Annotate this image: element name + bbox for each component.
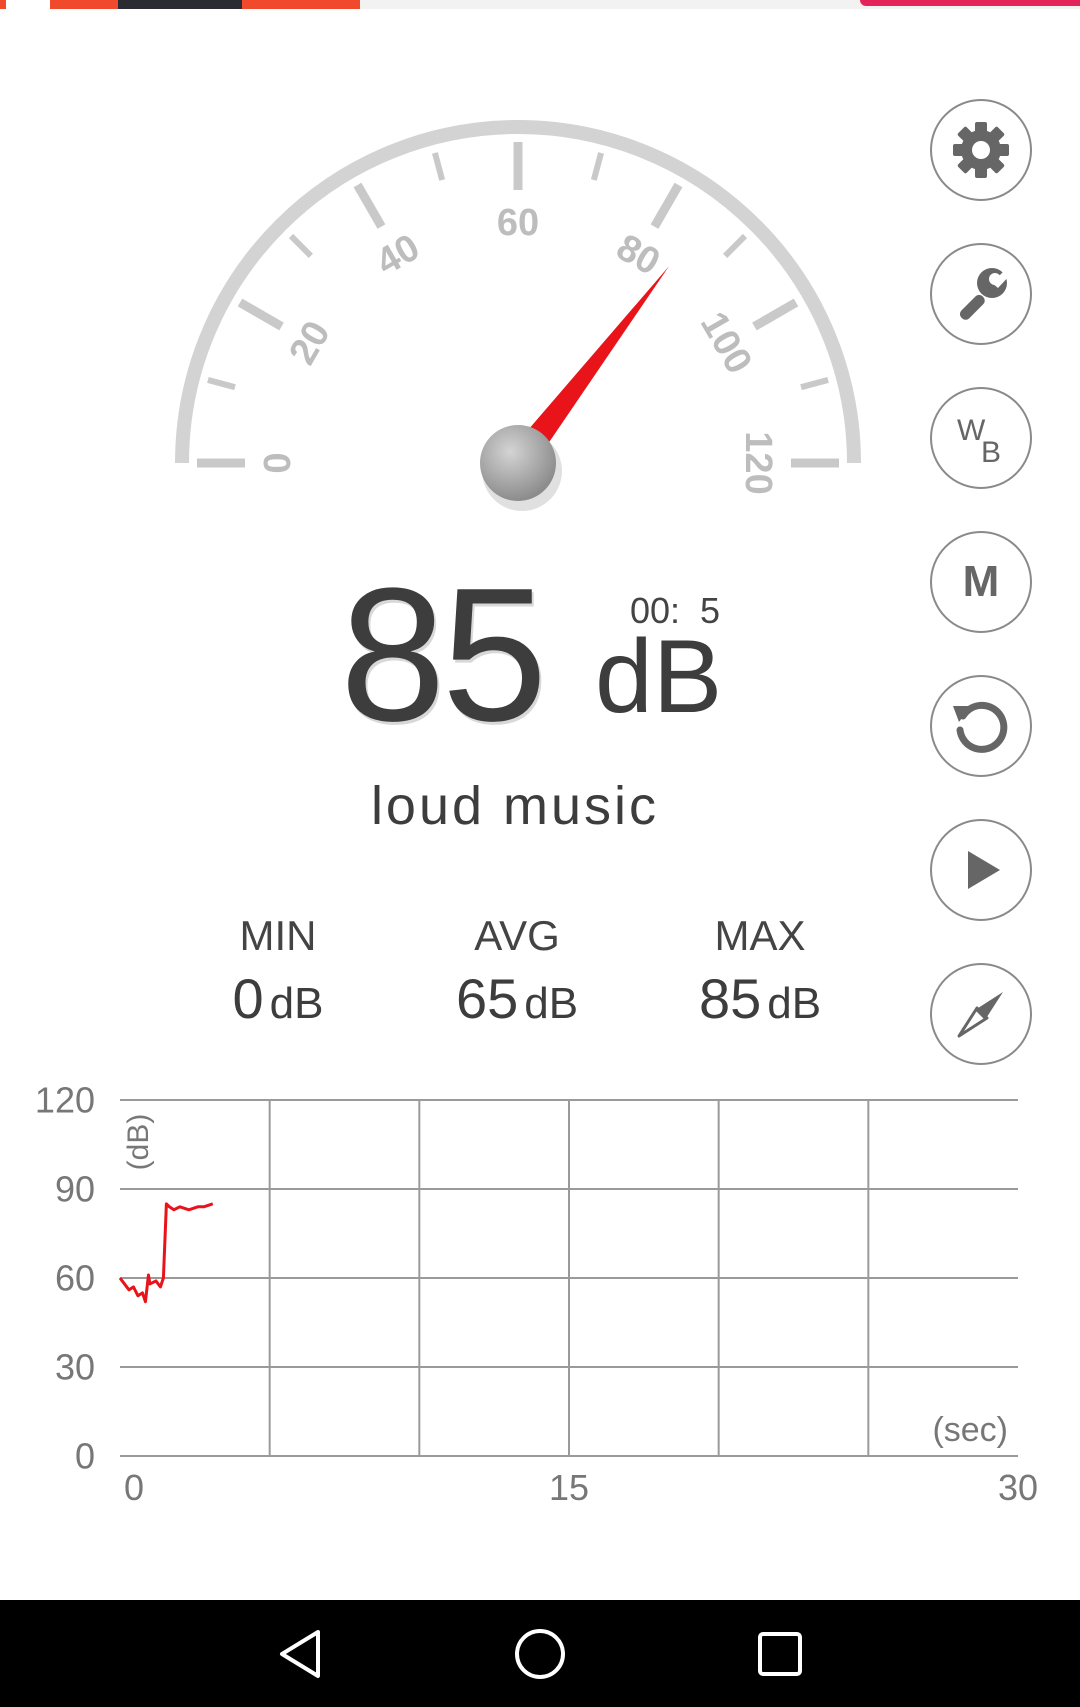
weighting-button[interactable]: W B — [930, 387, 1032, 489]
settings-button[interactable] — [930, 99, 1032, 201]
chart-series-line — [118, 1202, 214, 1304]
reset-button[interactable] — [930, 675, 1032, 777]
min-unit: dB — [269, 979, 324, 1028]
wb-icon: W B — [951, 408, 1011, 469]
recents-icon — [758, 1631, 802, 1676]
ad-close-box[interactable] — [6, 0, 50, 10]
system-nav-bar — [0, 1600, 1080, 1707]
chart-x-tick-label: 15 — [549, 1467, 589, 1508]
chart-y-tick-label: 0 — [75, 1436, 95, 1477]
gauge-tick — [237, 298, 284, 331]
max-stat: MAX 85 dB — [650, 912, 870, 1031]
db-value: 85 — [340, 549, 547, 761]
gauge-tick-label: 80 — [609, 226, 667, 284]
gauge-tick — [432, 152, 446, 181]
mode-button[interactable]: M — [930, 531, 1032, 633]
db-unit: dB — [595, 619, 723, 735]
gauge-tick-label: 100 — [692, 305, 760, 381]
tools-button[interactable] — [930, 243, 1032, 345]
nav-home-button[interactable] — [480, 1600, 600, 1707]
min-label: MIN — [239, 912, 317, 959]
gauge-tick — [800, 377, 829, 391]
home-icon — [515, 1628, 565, 1679]
refresh-icon — [953, 701, 1008, 753]
max-label: MAX — [714, 912, 806, 959]
noise-description: loud music — [370, 776, 660, 836]
avg-value: 65 — [455, 967, 519, 1030]
wb-b-letter: B — [981, 436, 1002, 469]
back-icon — [280, 1629, 320, 1678]
chart-y-tick-label: 30 — [55, 1347, 95, 1388]
gauge-tick-label: 0 — [257, 452, 299, 473]
gauge-tick — [207, 377, 236, 391]
chart-x-tick-label: 0 — [124, 1467, 144, 1508]
max-value: 85 — [698, 967, 762, 1030]
ad-banner-right — [860, 0, 1080, 6]
chart-x-tick-label: 30 — [998, 1467, 1038, 1508]
gauge-tick-label: 40 — [369, 226, 427, 284]
avg-label: AVG — [474, 912, 560, 959]
min-value: 0 — [232, 967, 264, 1030]
ad-image — [118, 0, 242, 9]
chart-y-tick-label: 90 — [55, 1169, 95, 1210]
nav-recents-button[interactable] — [720, 1600, 840, 1707]
wrench-icon — [959, 268, 1011, 320]
sound-level-gauge: 0 20 40 60 80 100 120 — [175, 120, 861, 511]
nav-back-button[interactable] — [240, 1600, 360, 1707]
gauge-tick-label: 60 — [497, 202, 539, 244]
compass-icon — [957, 992, 1003, 1038]
gear-icon — [953, 122, 1009, 178]
avg-unit: dB — [524, 979, 579, 1028]
gauge-tick — [723, 233, 748, 258]
play-icon — [968, 851, 1000, 889]
m-icon: M — [962, 557, 1000, 606]
gauge-hub — [480, 425, 556, 501]
gauge-tick — [752, 298, 799, 331]
gauge-tick-label: 20 — [281, 314, 339, 372]
chart-y-axis-label: (dB) — [122, 1114, 155, 1171]
gauge-tick — [650, 182, 683, 229]
avg-stat: AVG 65 dB — [407, 912, 627, 1031]
gauge-tick — [590, 152, 604, 181]
chart-y-tick-label: 60 — [55, 1258, 95, 1299]
gauge-tick-label: 120 — [737, 431, 779, 494]
gauge-tick — [353, 182, 386, 229]
ad-banner[interactable] — [0, 0, 1080, 10]
chart-y-tick-label: 120 — [35, 1080, 95, 1121]
gauge-tick — [288, 233, 313, 258]
chart-x-axis-label: (sec) — [932, 1411, 1008, 1449]
min-stat: MIN 0 dB — [168, 912, 388, 1031]
max-unit: dB — [767, 979, 822, 1028]
compass-button[interactable] — [930, 963, 1032, 1065]
elapsed-timer: 00: 5 — [630, 590, 721, 631]
sound-level-chart: 120 90 60 30 0 0 15 30 (dB) (sec) — [35, 1080, 1038, 1509]
